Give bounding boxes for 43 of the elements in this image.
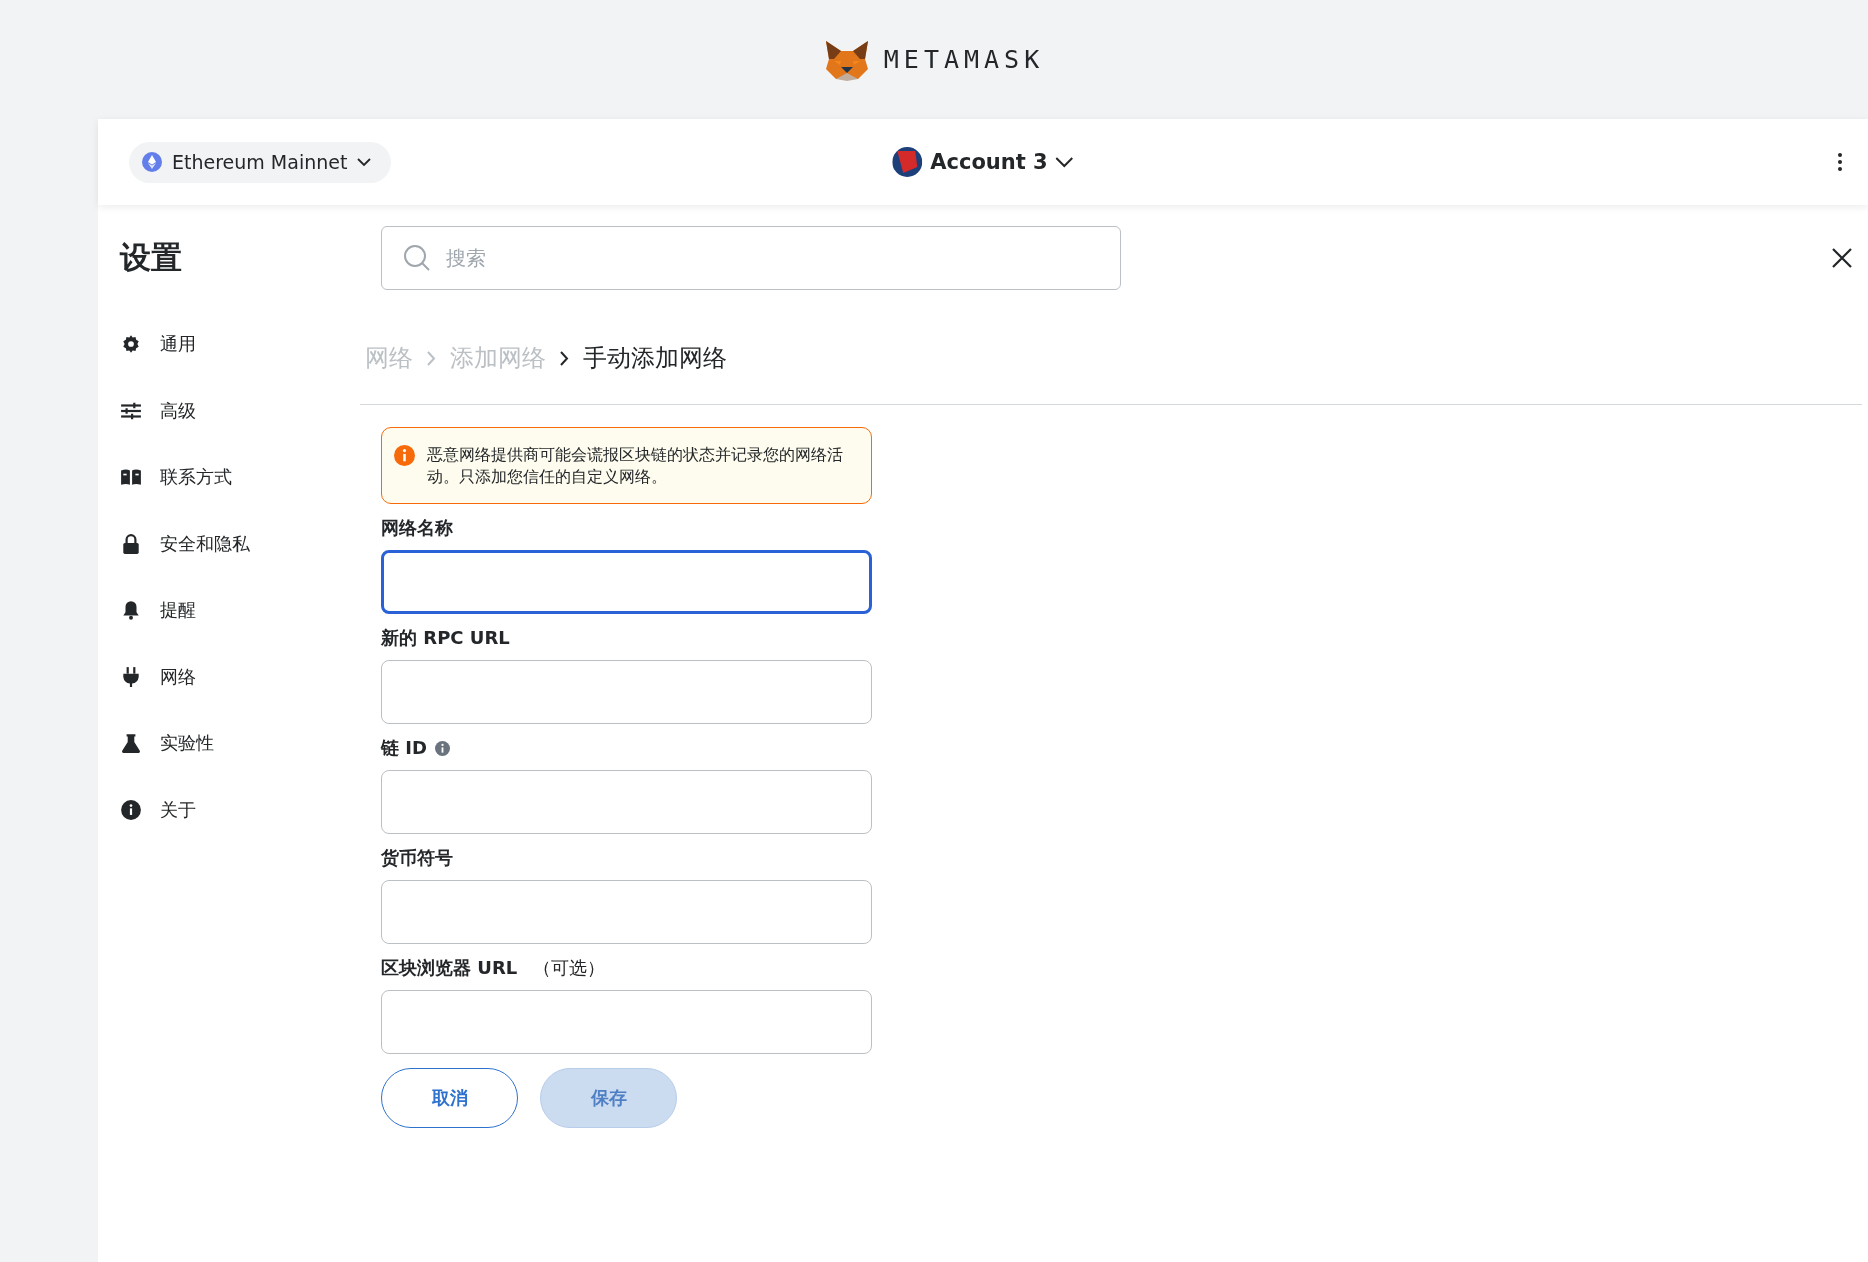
input-field[interactable] — [381, 990, 872, 1054]
field-label: 链 ID — [381, 736, 427, 760]
sidebar-item[interactable]: 关于 — [120, 776, 196, 843]
sidebar-item[interactable]: 联系方式 — [120, 444, 232, 511]
brand-wordmark: METAMASK — [883, 45, 1045, 74]
kebab-menu-icon — [1838, 153, 1842, 171]
lock-icon — [120, 532, 142, 555]
input-field[interactable] — [381, 550, 872, 614]
breadcrumb-current: 手动添加网络 — [583, 343, 727, 374]
sidebar-item[interactable]: 实验性 — [120, 710, 214, 777]
search-icon — [403, 244, 431, 272]
plug-icon — [120, 665, 142, 688]
sidebar-item[interactable]: 通用 — [120, 311, 196, 378]
chevron-down-icon — [357, 157, 372, 167]
optional-note: （可选） — [533, 956, 606, 980]
sidebar-item[interactable]: 网络 — [120, 643, 196, 710]
field-label: 网络名称 — [381, 516, 453, 540]
chevron-down-icon — [1055, 156, 1074, 168]
flask-icon — [120, 732, 142, 755]
sidebar-item[interactable]: 高级 — [120, 377, 196, 444]
settings-title: 设置 — [120, 238, 183, 277]
field-label: 区块浏览器 URL — [381, 956, 518, 980]
sidebar-item[interactable]: 安全和隐私 — [120, 510, 250, 577]
warning-message: 恶意网络提供商可能会谎报区块链的状态并记录您的网络活动。只添加您信任的自定义网络。 — [427, 445, 844, 488]
network-selector[interactable]: Ethereum Mainnet — [129, 141, 392, 183]
warning-info-icon — [394, 445, 415, 466]
chevron-right-icon — [560, 350, 569, 366]
input-field[interactable] — [381, 770, 872, 834]
ethereum-icon — [142, 152, 162, 172]
cancel-button[interactable]: 取消 — [381, 1068, 518, 1128]
sidebar-item[interactable]: 提醒 — [120, 577, 196, 644]
input-field[interactable] — [381, 660, 872, 724]
chevron-right-icon — [427, 350, 436, 366]
search-field[interactable]: 搜索 — [381, 226, 1121, 290]
field-label: 新的 RPC URL — [381, 626, 510, 650]
account-avatar-icon — [892, 147, 923, 177]
field-label: 货币符号 — [381, 846, 453, 870]
bell-icon — [120, 599, 142, 622]
info-icon[interactable] — [434, 740, 450, 756]
input-field[interactable] — [381, 880, 872, 944]
account-selector[interactable]: Account 3 — [886, 146, 1080, 178]
fox-logo-icon — [823, 38, 870, 81]
info-icon — [120, 798, 142, 821]
